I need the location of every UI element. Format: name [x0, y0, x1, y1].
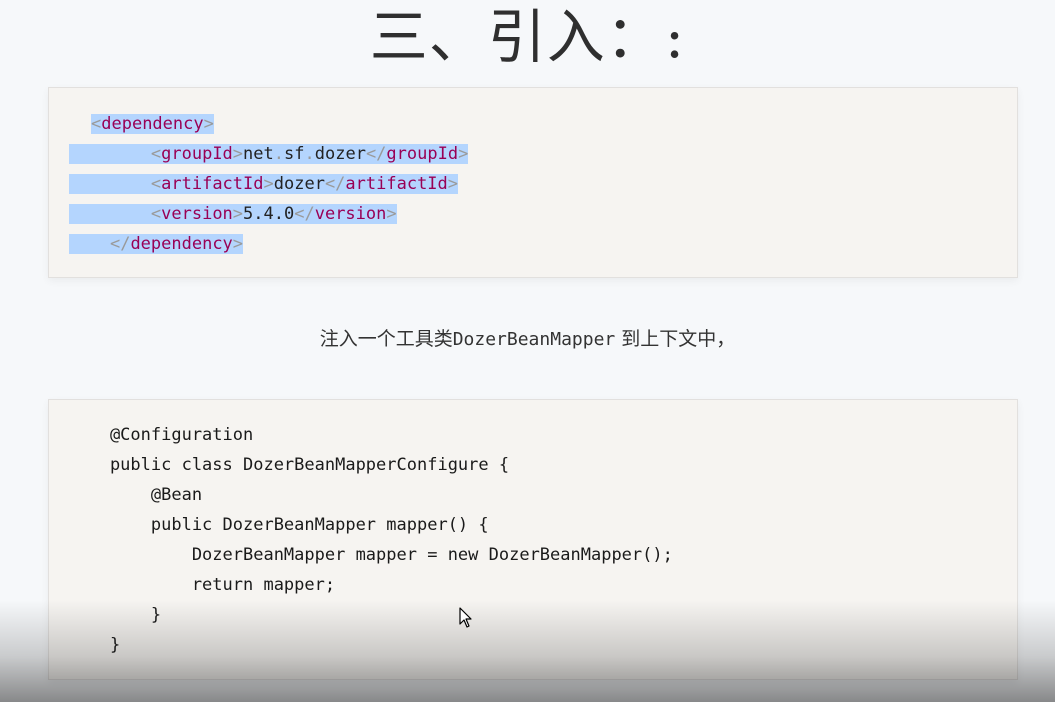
mouse-pointer-icon	[459, 607, 472, 628]
code-line: </dependency>	[69, 231, 244, 257]
code-line: return mapper;	[69, 575, 336, 595]
code-line: }	[69, 605, 162, 625]
code-line: <artifactId>dozer</artifactId>	[69, 171, 459, 197]
code-line: public class DozerBeanMapperConfigure {	[69, 455, 510, 475]
code-line: @Bean	[69, 485, 203, 505]
java-code-block: @Configuration public class DozerBeanMap…	[48, 399, 1018, 680]
code-line: @Configuration	[69, 425, 254, 445]
code-line: <groupId>net.sf.dozer</groupId>	[69, 141, 469, 167]
code-line: <version>5.4.0</version>	[69, 201, 397, 227]
code-line: public DozerBeanMapper mapper() {	[69, 515, 489, 535]
xml-code-block: <dependency> <groupId>net.sf.dozer</grou…	[48, 87, 1018, 278]
caption-text: 注入一个工具类DozerBeanMapper 到上下文中，	[319, 328, 736, 350]
section-heading: 三、引入：:	[369, 3, 686, 71]
code-line: <dependency>	[91, 114, 214, 134]
code-line: DozerBeanMapper mapper = new DozerBeanMa…	[69, 545, 673, 565]
code-line: }	[69, 635, 121, 655]
